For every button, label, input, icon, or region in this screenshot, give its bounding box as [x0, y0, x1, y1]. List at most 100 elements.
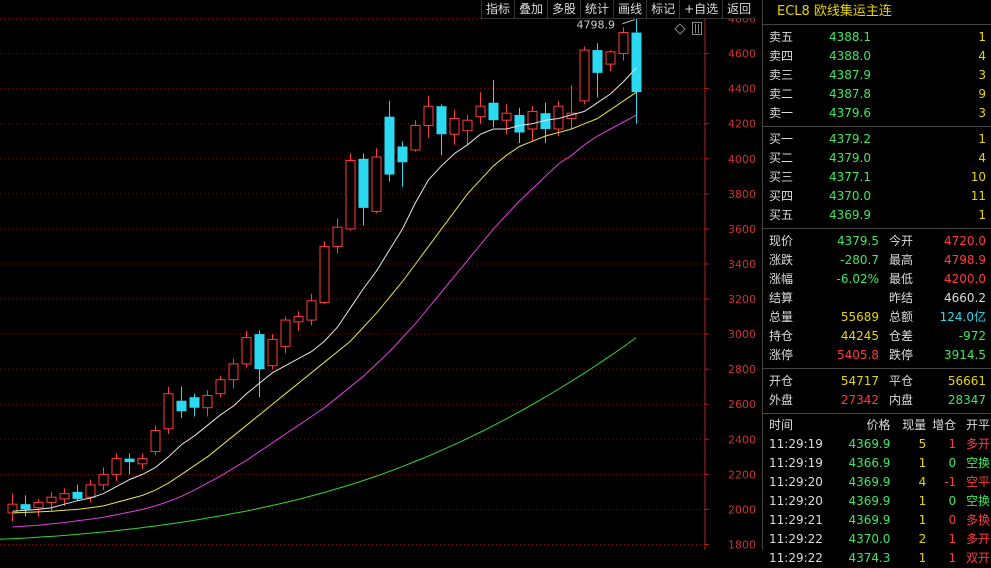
candle-body	[423, 105, 434, 126]
tick-row[interactable]: 11:29:22 4374.3 1 1 双开	[763, 549, 991, 568]
diamond-icon[interactable]	[674, 23, 686, 35]
candle-body	[33, 501, 44, 509]
stat-label: 结算	[769, 291, 794, 305]
time-header: 时间	[769, 418, 794, 432]
window-toggle-icon[interactable]	[692, 22, 702, 35]
candle-body	[267, 338, 278, 367]
statistics-button[interactable]: 统计	[580, 0, 614, 19]
mark-button[interactable]: 标记	[646, 0, 680, 19]
candle-body	[332, 226, 343, 247]
tick-vol: 1	[918, 513, 927, 527]
candle-body	[631, 32, 642, 93]
overlay-button[interactable]: 叠加	[514, 0, 548, 19]
tick-time: 11:29:22	[769, 551, 823, 565]
stat-label: 最高	[889, 253, 914, 267]
stat-row: 持仓 44245 仓差 -972	[763, 327, 991, 346]
stat-label: 仓差	[889, 329, 914, 343]
stat-label: 跌停	[889, 348, 914, 362]
ask-row[interactable]: 卖五 4388.1 1	[763, 28, 991, 47]
ask-row[interactable]: 卖四 4388.0 4	[763, 47, 991, 66]
candlestick-chart[interactable]: 4800460044004200400038003600340032003000…	[0, 0, 762, 550]
multi-stock-button[interactable]: 多股	[547, 0, 581, 19]
candle-body	[7, 503, 18, 514]
tick-header: 时间 价格 现量 增仓 开平	[763, 416, 991, 435]
stat-value: -972	[958, 329, 986, 343]
bid-row[interactable]: 买二 4379.0 4	[763, 149, 991, 168]
candle-body	[501, 112, 512, 121]
y-tick-label: 4000	[728, 153, 756, 166]
candle-body	[449, 117, 460, 135]
tick-chg: -1	[944, 475, 957, 489]
tick-price: 4370.0	[848, 532, 891, 546]
tick-vol: 1	[918, 551, 927, 565]
open-close-header: 开平	[965, 418, 990, 432]
candle-body	[397, 146, 408, 163]
bid-row[interactable]: 买四 4370.0 11	[763, 187, 991, 206]
candle-body	[137, 458, 148, 465]
ask-row[interactable]: 卖三 4387.9 3	[763, 66, 991, 85]
candle-body	[462, 119, 473, 132]
stat-value: -280.7	[840, 253, 879, 267]
stat-value: 28347	[947, 393, 986, 407]
candle-body	[371, 156, 382, 212]
stat-row: 结算 昨结 4660.2	[763, 289, 991, 308]
stat-label: 总额	[889, 310, 914, 324]
tick-chg: 0	[948, 513, 957, 527]
bid-row[interactable]: 买三 4377.1 10	[763, 168, 991, 187]
stat-value: 4720.0	[944, 234, 986, 248]
tick-row[interactable]: 11:29:19 4369.9 5 1 多开	[763, 435, 991, 454]
stat-row: 涨幅 -6.02% 最低 4200.0	[763, 270, 991, 289]
ask-row[interactable]: 卖二 4387.8 9	[763, 85, 991, 104]
stat-value: 56661	[947, 374, 986, 388]
y-tick-label: 3000	[728, 328, 756, 341]
moving-average-line	[12, 114, 637, 528]
chart-toolbar: 指标 叠加 多股 统计 画线 标记 +自选 返回	[481, 0, 756, 19]
candle-body	[241, 337, 252, 365]
bid-row[interactable]: 买一 4379.2 1	[763, 130, 991, 149]
tick-type: 多开	[965, 532, 990, 546]
stat-value: 4660.2	[944, 291, 986, 305]
candle-body	[124, 458, 135, 463]
tick-vol: 4	[918, 475, 927, 489]
tick-row[interactable]: 11:29:20 4369.9 4 -1 空平	[763, 473, 991, 492]
stat-row: 开仓 54717 平仓 56661	[763, 372, 991, 391]
stat-value: 124.0亿	[939, 310, 986, 324]
tick-time: 11:29:22	[769, 532, 823, 546]
candle-body	[618, 32, 629, 55]
stat-label: 内盘	[889, 393, 914, 407]
chart-area[interactable]: 4800 4600 4400 4200 4000 3800 3600 3400 3200 3000…	[0, 0, 762, 550]
candle-body	[514, 114, 525, 133]
add-watchlist-button[interactable]: +自选	[679, 0, 723, 19]
stat-value: 54717	[840, 374, 879, 388]
volume-header: 现量	[902, 418, 927, 432]
stat-label: 涨停	[769, 348, 794, 362]
stat-row: 现价 4379.5 今开 4720.0	[763, 232, 991, 251]
tick-type: 空换	[965, 456, 990, 470]
tick-chg: 0	[948, 456, 957, 470]
back-button[interactable]: 返回	[722, 0, 756, 19]
stat-label: 开仓	[769, 374, 794, 388]
candle-body	[293, 316, 304, 323]
tick-row[interactable]: 11:29:21 4369.9 1 0 多换	[763, 511, 991, 530]
tick-row[interactable]: 11:29:22 4370.0 2 1 多开	[763, 530, 991, 549]
draw-line-button[interactable]: 画线	[613, 0, 647, 19]
peak-label: 4798.9	[577, 19, 616, 32]
y-tick-label: 3400	[728, 258, 756, 271]
ask-row[interactable]: 卖一 4379.6 3	[763, 104, 991, 123]
stat-value: 4200.0	[944, 272, 986, 286]
indicator-button[interactable]: 指标	[481, 0, 515, 19]
candle-body	[488, 102, 499, 121]
tick-vol: 5	[918, 437, 927, 451]
tick-vol: 2	[918, 532, 927, 546]
bid-row[interactable]: 买五 4369.9 1	[763, 206, 991, 225]
candle-body	[306, 300, 317, 321]
tick-row[interactable]: 11:29:19 4366.9 1 0 空换	[763, 454, 991, 473]
stat-label: 涨幅	[769, 272, 794, 286]
tick-time: 11:29:19	[769, 456, 823, 470]
bid-book: 买一 4379.2 1 买二 4379.0 4 买三 4377.1 10 买四 4370.0 1…	[763, 127, 991, 229]
tick-row[interactable]: 11:29:20 4369.9 1 0 空换	[763, 492, 991, 511]
candle-body	[215, 379, 226, 395]
stat-row: 涨停 5405.8 跌停 3914.5	[763, 346, 991, 365]
tick-price: 4369.9	[848, 437, 891, 451]
chart-corner-icons	[674, 22, 702, 35]
